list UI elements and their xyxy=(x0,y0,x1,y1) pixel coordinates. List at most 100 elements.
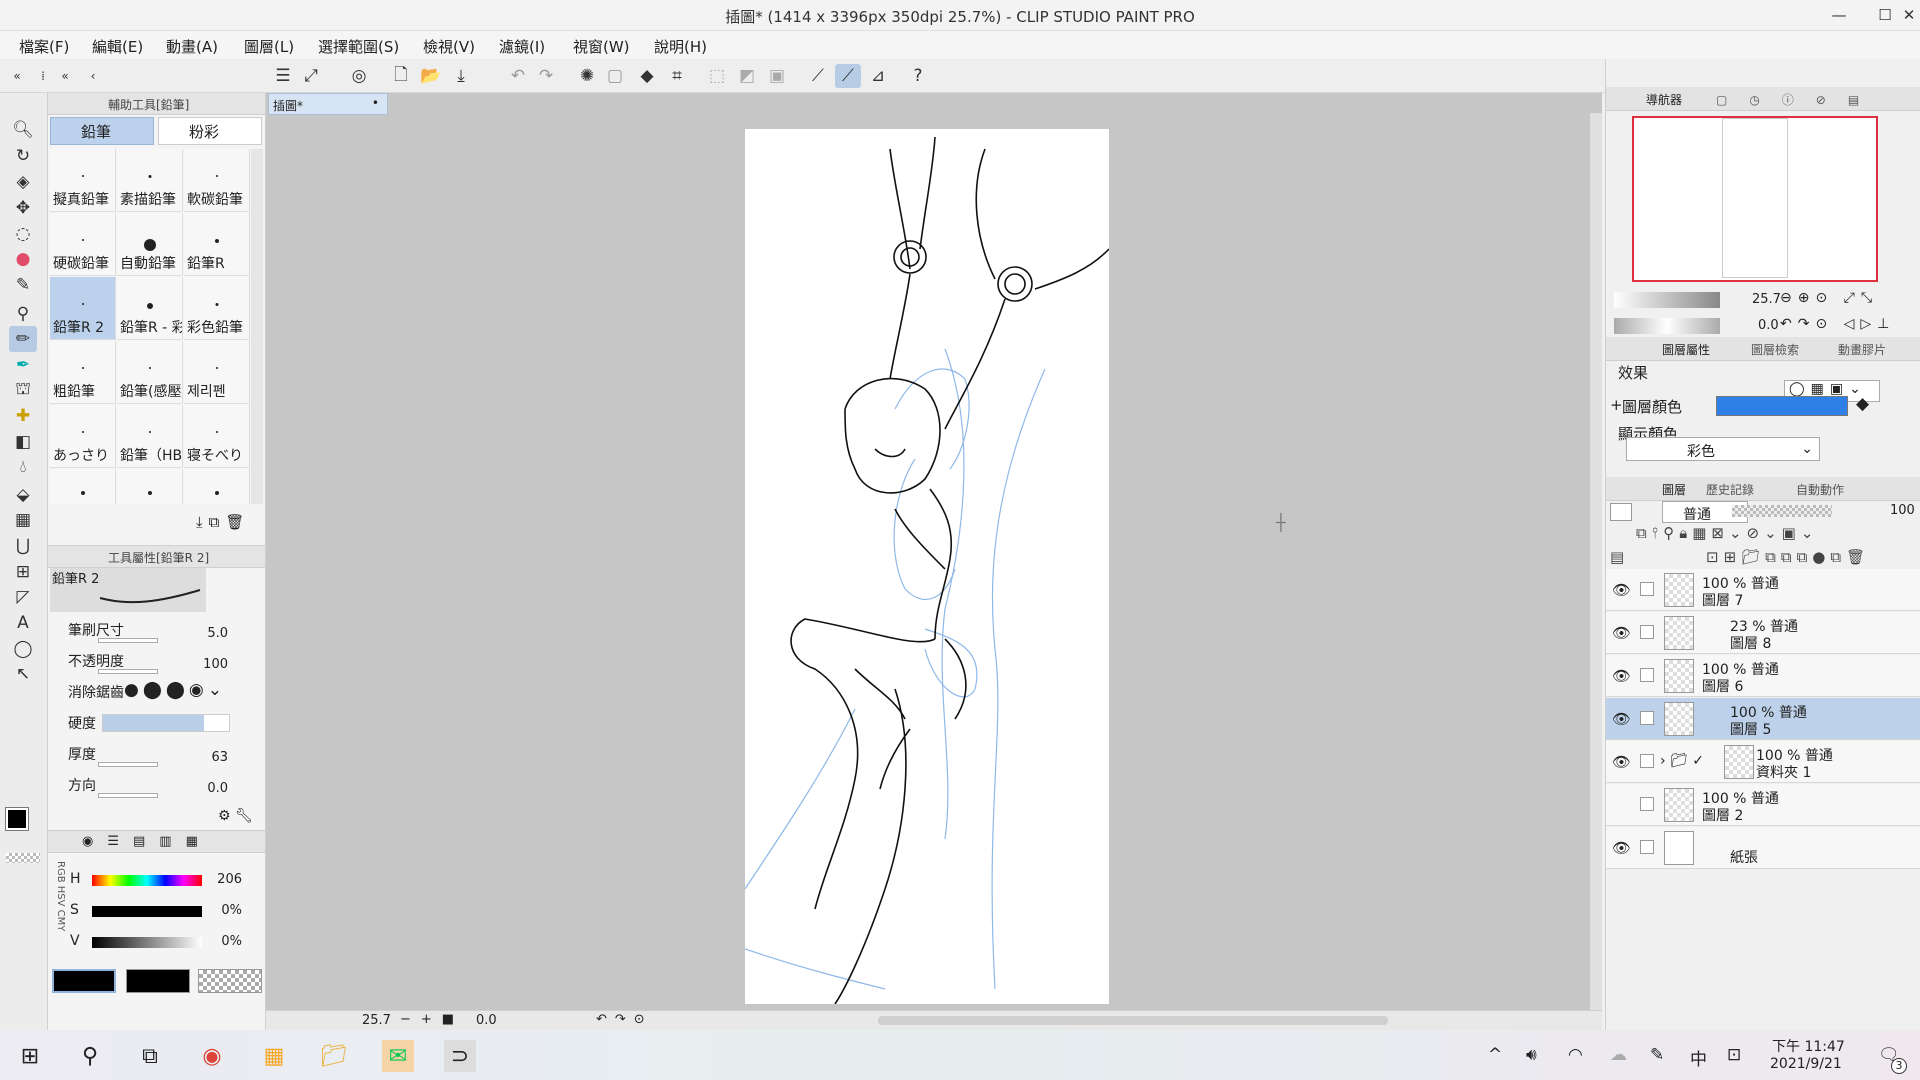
hue-slider[interactable] xyxy=(92,875,202,886)
sub-color-box[interactable] xyxy=(126,969,190,993)
brush-item[interactable]: 제리펜 xyxy=(184,341,250,404)
brush-item[interactable]: 鉛筆R 2 xyxy=(50,277,116,340)
line-app-icon[interactable]: ✉ xyxy=(382,1040,414,1072)
clip-studio-taskbar-icon[interactable]: ⊃ xyxy=(444,1040,476,1072)
maximize-button[interactable]: ☐ xyxy=(1874,4,1896,26)
paper-canvas[interactable] xyxy=(744,129,1110,1005)
zoom-controls[interactable]: −+■ xyxy=(400,1012,464,1027)
fill-tool-icon[interactable]: ⬙ xyxy=(9,482,37,508)
layer-select-tool-icon[interactable]: ◈ xyxy=(9,169,37,195)
property-value[interactable]: 63 xyxy=(211,750,228,765)
brush-item[interactable]: 鉛筆R - 彩 xyxy=(117,277,183,340)
main-color-swatch[interactable] xyxy=(5,807,29,831)
onedrive-icon[interactable]: ☁ xyxy=(1610,1045,1627,1065)
chevron-left-icon[interactable]: ‹ xyxy=(80,64,106,88)
opacity-value[interactable]: 100 xyxy=(1890,503,1915,518)
navigator-rotation-value[interactable]: 0.0 xyxy=(1758,318,1779,333)
layer-check-box[interactable] xyxy=(1640,754,1654,768)
menu-animation[interactable]: 動畫(A) xyxy=(166,36,218,57)
special-ruler-snap-icon[interactable]: ⟋ xyxy=(835,64,861,88)
layer-color-fill-icon[interactable]: ◆ xyxy=(1856,394,1869,414)
hue-value[interactable]: 206 xyxy=(217,872,242,887)
deselect-icon[interactable]: ⬚ xyxy=(704,64,730,88)
pen-tool-icon[interactable]: ✒ xyxy=(9,352,37,378)
mode-hsv[interactable]: HSV xyxy=(55,886,66,907)
brush-item[interactable] xyxy=(117,469,183,504)
property-slider[interactable] xyxy=(98,669,158,674)
blend-tool-icon[interactable]: 💧︎ xyxy=(9,454,37,480)
navigator-zoom-buttons[interactable]: ⊖⊕⊙ ⤢⤡ xyxy=(1780,290,1878,306)
horizontal-scrollbar[interactable] xyxy=(878,1016,1388,1025)
layer-row[interactable]: 👁︎ 100 % 普通 圖層 5 xyxy=(1606,698,1920,740)
layer-check-box[interactable] xyxy=(1640,582,1654,596)
animation-cel-tab[interactable]: 動畫膠片 xyxy=(1838,341,1886,358)
brush-item[interactable]: 素描鉛筆 xyxy=(117,149,183,212)
clock-date[interactable]: 2021/9/21 xyxy=(1770,1056,1842,1072)
undo-icon[interactable]: ↶ xyxy=(505,64,531,88)
property-value[interactable]: 5.0 xyxy=(207,626,228,641)
minimize-button[interactable]: — xyxy=(1828,4,1850,26)
mode-rgb[interactable]: RGB xyxy=(55,861,66,883)
menu-file[interactable]: 檔案(F) xyxy=(19,36,69,57)
invert-selection-icon[interactable]: ◩ xyxy=(734,64,760,88)
collapse-left2-icon[interactable]: « xyxy=(52,64,78,88)
layer-property-tab[interactable]: 圖層屬性 xyxy=(1662,341,1710,358)
visibility-eye-icon[interactable]: 👁︎ xyxy=(1612,667,1631,685)
transparent-color-box[interactable] xyxy=(198,969,262,993)
visibility-eye-icon[interactable]: 👁︎ xyxy=(1612,753,1631,771)
layer-list-view-icon[interactable]: ▤ xyxy=(1610,548,1624,566)
menu-filter[interactable]: 濾鏡(I) xyxy=(499,36,545,57)
selection-border-icon[interactable]: ▣ xyxy=(764,64,790,88)
search-icon[interactable]: ⚲ xyxy=(74,1040,106,1072)
ruler-tool-icon[interactable]: ◸ xyxy=(9,584,37,610)
text-tool-icon[interactable]: A xyxy=(9,610,37,636)
brush-item[interactable]: 寝そべり xyxy=(184,405,250,468)
brush-item[interactable]: 硬碳鉛筆 xyxy=(50,213,116,276)
layer-row[interactable]: 100 % 普通 圖層 2 xyxy=(1606,784,1920,826)
mode-cmy[interactable]: CMY xyxy=(55,910,66,932)
menu-layer[interactable]: 圖層(L) xyxy=(244,36,294,57)
rotation-slider[interactable] xyxy=(1614,318,1720,334)
hamburger-menu-icon[interactable]: ☰ xyxy=(270,64,296,88)
menu-edit[interactable]: 編輯(E) xyxy=(92,36,143,57)
pen-icon[interactable]: ✎ xyxy=(1650,1045,1664,1065)
tray-chevron-icon[interactable]: ^ xyxy=(1488,1045,1502,1065)
saturation-value[interactable]: 0% xyxy=(221,903,242,918)
lasso-tool-icon[interactable]: ◌ xyxy=(9,221,37,247)
zoom-tool-icon[interactable]: 🔍︎ xyxy=(9,117,37,143)
gradient-tool-icon[interactable]: ▦ xyxy=(9,507,37,533)
clear-icon[interactable]: ▢ xyxy=(602,64,628,88)
wifi-icon[interactable]: ◠ xyxy=(1568,1045,1583,1065)
brush-item[interactable]: 軟碳鉛筆 xyxy=(184,149,250,212)
transform-icon[interactable]: ⌗ xyxy=(664,64,690,88)
document-tab[interactable]: 插圖* • xyxy=(268,93,388,115)
brush-item[interactable]: 粗鉛筆 xyxy=(50,341,116,404)
figure-tool-icon[interactable]: ⋃ xyxy=(9,533,37,559)
visibility-eye-icon[interactable]: 👁︎ xyxy=(1612,624,1631,642)
tool-property-row[interactable]: 方向 0.0 xyxy=(56,773,256,801)
selection-pen-icon[interactable]: ⚲ xyxy=(9,301,37,327)
windows-start-icon[interactable]: ⊞ xyxy=(14,1040,46,1072)
open-file-icon[interactable]: 📂 xyxy=(418,64,444,88)
canvas-rotation-value[interactable]: 0.0 xyxy=(476,1013,497,1028)
layer-color-swatch[interactable] xyxy=(1610,503,1632,521)
tool-property-row[interactable]: 筆刷尺寸 5.0 xyxy=(56,618,256,646)
collapse-left-icon[interactable]: « xyxy=(4,64,30,88)
tool-property-row[interactable]: 消除鋸齒 ●⬤⬤◉⌄ xyxy=(56,680,256,708)
menu-view[interactable]: 檢視(V) xyxy=(423,36,475,57)
brush-item[interactable] xyxy=(184,469,250,504)
layer-color-box[interactable] xyxy=(1716,396,1848,416)
layer-search-tab[interactable]: 圖層檢索 xyxy=(1751,341,1799,358)
new-file-icon[interactable]: 🗋 xyxy=(388,64,414,88)
microsoft-store-icon[interactable]: ▦ xyxy=(258,1040,290,1072)
property-slider[interactable] xyxy=(98,762,158,767)
correct-line-tool-icon[interactable]: ↖ xyxy=(9,661,37,687)
layer-check-box[interactable] xyxy=(1640,840,1654,854)
color-mode-tabs[interactable]: RGB HSV CMY xyxy=(52,861,66,931)
brush-item[interactable]: 自動鉛筆 xyxy=(117,213,183,276)
main-color-box[interactable] xyxy=(52,969,116,993)
layer-check-box[interactable] xyxy=(1640,797,1654,811)
airbrush-tool-icon[interactable]: ⛫ xyxy=(9,377,37,403)
property-slider[interactable] xyxy=(98,793,158,798)
menu-window[interactable]: 視窗(W) xyxy=(573,36,630,57)
